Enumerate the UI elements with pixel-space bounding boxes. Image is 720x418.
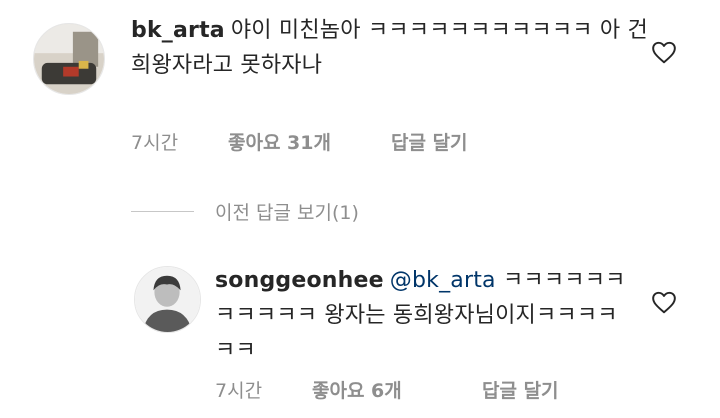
- replies-divider: [131, 210, 194, 212]
- reply-button[interactable]: 답글 달기: [391, 128, 468, 155]
- comment-likes-link[interactable]: 좋아요 6개: [312, 376, 482, 403]
- avatar[interactable]: [33, 23, 105, 95]
- like-heart-icon[interactable]: [651, 40, 677, 64]
- like-heart-icon[interactable]: [651, 290, 677, 314]
- comment-meta: 7시간 좋아요 6개 답글 달기: [215, 376, 559, 403]
- reply-button[interactable]: 답글 달기: [482, 376, 559, 403]
- view-previous-replies[interactable]: 이전 답글 보기(1): [131, 196, 359, 226]
- mention-link[interactable]: @bk_arta: [390, 268, 496, 293]
- comment-username[interactable]: songgeonhee: [215, 268, 384, 293]
- comment-meta: 7시간 좋아요 31개 답글 달기: [131, 128, 468, 155]
- comment-likes-link[interactable]: 좋아요 31개: [228, 128, 391, 155]
- comment-body: songgeonhee @bk_arta ㅋㅋㅋㅋㅋㅋㅋㅋㅋㅋㅋ 왕자는 동희왕자…: [215, 263, 635, 368]
- view-previous-replies-label[interactable]: 이전 답글 보기(1): [215, 198, 359, 225]
- comment-body: bk_arta 야이 미친놈아 ㅋㅋㅋㅋㅋㅋㅋㅋㅋㅋㅋ 아 건희왕자라고 못하자나: [131, 13, 651, 83]
- comment-time: 7시간: [215, 380, 263, 402]
- avatar[interactable]: [134, 266, 201, 333]
- comment-time: 7시간: [131, 132, 179, 154]
- comment-username[interactable]: bk_arta: [131, 18, 225, 43]
